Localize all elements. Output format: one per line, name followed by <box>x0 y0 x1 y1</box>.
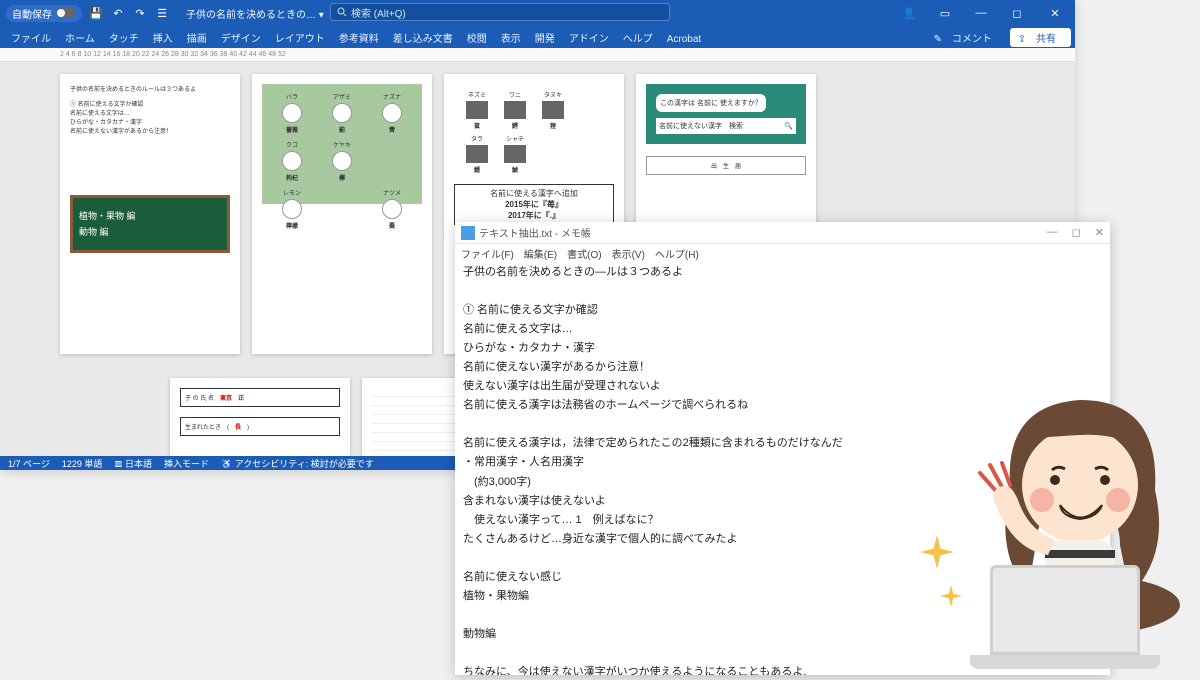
ruler[interactable]: 2 4 6 8 10 12 14 16 18 20 22 24 26 28 30… <box>0 48 1075 62</box>
tab-layout[interactable]: レイアウト <box>268 27 332 48</box>
menu-view[interactable]: 表示(V) <box>612 246 645 260</box>
menu-format[interactable]: 書式(O) <box>567 246 601 260</box>
notepad-icon <box>461 226 475 240</box>
status-mode[interactable]: 挿入モード <box>164 457 209 470</box>
tab-acrobat[interactable]: Acrobat <box>660 31 708 48</box>
tab-addins[interactable]: アドイン <box>562 27 616 48</box>
status-words[interactable]: 1229 単語 <box>62 457 103 470</box>
page-thumbnail-5[interactable]: 子 の 氏 名 東京 正 生まれたとき ( 長 ) <box>170 378 350 456</box>
touch-icon[interactable]: ☰ <box>154 5 170 21</box>
notepad-titlebar[interactable]: テキスト抽出.txt - メモ帳 — ◻ ✕ <box>455 222 1110 244</box>
notepad-textarea[interactable]: 子供の名前を決めるときの―ルは３つあるよ ① 名前に使える文字か確認名前に使える… <box>455 262 1110 675</box>
autosave-toggle[interactable]: 自動保存 <box>6 5 82 22</box>
tab-draw[interactable]: 描画 <box>180 27 214 48</box>
share-button[interactable]: ⇪ 共有 <box>1010 28 1071 47</box>
close-icon[interactable]: ✕ <box>1035 0 1075 26</box>
redo-icon[interactable]: ↷ <box>132 5 148 21</box>
search-input[interactable]: 検索 (Alt+Q) <box>330 3 670 21</box>
tab-file[interactable]: ファイル <box>4 27 58 48</box>
animal-grid: ネズミ鼠 ワニ鰐 タヌキ狸 タラ鱈 シャチ鯱 <box>454 84 614 180</box>
save-icon[interactable]: 💾 <box>88 5 104 21</box>
user-icon[interactable]: 👤 <box>891 0 927 26</box>
minimize-icon[interactable]: — <box>1047 226 1058 239</box>
tab-view[interactable]: 表示 <box>494 27 528 48</box>
status-page[interactable]: 1/7 ページ <box>8 457 50 470</box>
tab-mailings[interactable]: 差し込み文書 <box>386 27 460 48</box>
tab-insert[interactable]: 挿入 <box>146 27 180 48</box>
notepad-window: テキスト抽出.txt - メモ帳 — ◻ ✕ ファイル(F) 編集(E) 書式(… <box>455 222 1110 675</box>
word-titlebar: 自動保存 💾 ↶ ↷ ☰ 子供の名前を決めるときの… ▾ 検索 (Alt+Q) … <box>0 0 1075 26</box>
status-lang[interactable]: 𝌆 日本語 <box>114 457 152 470</box>
page-thumbnail-2[interactable]: バラ薔薇 アザミ薊 ナズナ薺 クコ枸杞 ケヤキ欅 レモン檸檬 ナツメ棗 <box>252 74 432 354</box>
maximize-icon[interactable]: ◻ <box>1072 226 1081 239</box>
close-icon[interactable]: ✕ <box>1095 226 1104 239</box>
tab-developer[interactable]: 開発 <box>528 27 562 48</box>
minimize-icon[interactable]: — <box>963 0 999 26</box>
notepad-menu: ファイル(F) 編集(E) 書式(O) 表示(V) ヘルプ(H) <box>455 244 1110 262</box>
chalkboard-graphic: 植物・果物 編 動物 編 <box>70 195 230 253</box>
tab-design[interactable]: デザイン <box>214 27 268 48</box>
tab-help[interactable]: ヘルプ <box>616 27 660 48</box>
status-accessibility[interactable]: ♿ アクセシビリティ: 検討が必要です <box>221 457 374 470</box>
undo-icon[interactable]: ↶ <box>110 5 126 21</box>
tab-references[interactable]: 参考資料 <box>332 27 386 48</box>
tab-review[interactable]: 校閲 <box>460 27 494 48</box>
plant-grid: バラ薔薇 アザミ薊 ナズナ薺 クコ枸杞 ケヤキ欅 レモン檸檬 ナツメ棗 <box>262 84 422 204</box>
banner-text: 名前に使える漢字へ追加 2015年に『苺』 2017年に『.』 <box>454 184 614 225</box>
ribbon-tabs: ファイル ホーム タッチ 挿入 描画 デザイン レイアウト 参考資料 差し込み文… <box>0 26 1075 48</box>
comment-button[interactable]: ✎ コメント <box>927 27 1006 48</box>
menu-help[interactable]: ヘルプ(H) <box>655 246 699 260</box>
maximize-icon[interactable]: ◻ <box>999 0 1035 26</box>
notepad-title: テキスト抽出.txt - メモ帳 <box>479 225 591 240</box>
tab-touch[interactable]: タッチ <box>102 27 146 48</box>
teal-panel: この漢字は 名前に 使えますか？ 名前に使えない漢字 検索🔍 <box>646 84 806 144</box>
document-title[interactable]: 子供の名前を決めるときの… ▾ <box>186 6 324 21</box>
tab-home[interactable]: ホーム <box>58 27 102 48</box>
menu-file[interactable]: ファイル(F) <box>461 246 514 260</box>
ribbon-display-icon[interactable]: ▭ <box>927 0 963 26</box>
menu-edit[interactable]: 編集(E) <box>524 246 557 260</box>
page-thumbnail-1[interactable]: 子供の名前を決めるときのルールは３つあるよ ① 名前に使える文字か確認 名前に使… <box>60 74 240 354</box>
